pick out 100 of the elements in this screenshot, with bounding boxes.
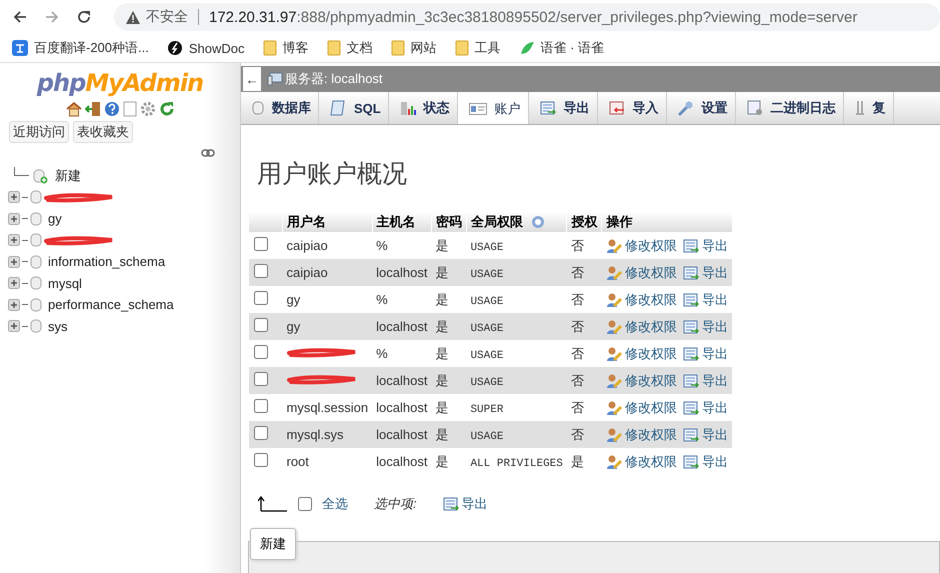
table-cell: USAGE [470,350,504,362]
user-pencil-icon [606,400,622,416]
bookmark[interactable]: 语雀 · 语雀 [518,39,604,57]
tree-item[interactable]: sys [48,318,68,334]
tree-item[interactable]: information_schema [48,254,166,270]
select-all-checkbox[interactable] [298,497,312,511]
bookmark[interactable]: 工具 [454,39,500,57]
tree-item[interactable]: performance_schema [48,297,174,312]
export-link[interactable]: 导出 [682,398,728,416]
row-checkbox[interactable] [254,237,268,251]
tab[interactable]: 导出 [528,92,598,124]
edit-privileges-link[interactable]: 修改权限 [606,236,677,254]
tab[interactable]: 导入 [598,92,667,124]
link-icon[interactable] [201,149,215,157]
table-cell: mysql.sys [286,427,344,442]
tab[interactable]: 数据库 [241,92,319,124]
export-link[interactable]: 导出 [682,236,728,254]
export-link[interactable]: 导出 [682,452,728,470]
expand-icon[interactable] [8,298,20,311]
edit-privileges-link[interactable]: 修改权限 [606,398,677,416]
table-cell: 是 [435,372,448,388]
bookmark[interactable]: ShowDoc [166,40,244,56]
forward-icon[interactable] [44,9,60,25]
table-cell: 否 [570,318,584,334]
expand-icon[interactable] [8,191,20,204]
select-all-label[interactable]: 全选 [322,495,348,513]
arrow-up-icon [258,496,288,512]
expand-icon[interactable] [8,256,20,268]
export-link[interactable]: 导出 [682,264,728,282]
table-cell: 否 [570,292,584,306]
expand-icon[interactable] [8,320,20,332]
table-cell: USAGE [470,322,504,334]
edit-privileges-link[interactable]: 修改权限 [606,426,677,444]
edit-privileges-link[interactable]: 修改权限 [606,344,677,362]
door-icon[interactable] [84,101,100,117]
user-pencil-icon [606,454,622,470]
logo[interactable]: phpMyAdmin [0,69,240,97]
row-checkbox[interactable] [254,372,268,386]
breadcrumb[interactable]: 服务器: localhost [285,70,383,88]
export-link[interactable]: 导出 [682,426,728,444]
export-link[interactable]: 导出 [682,290,728,308]
tab[interactable]: SQL [319,92,389,124]
settings-icon[interactable] [140,101,156,117]
tree-item[interactable]: gy [48,211,62,226]
table-cell: localhost [376,427,428,442]
edit-privileges-link[interactable]: 修改权限 [606,318,677,336]
back-button[interactable]: ← [243,67,261,91]
expand-icon[interactable] [8,277,20,290]
reload-icon[interactable] [76,9,92,25]
new-button[interactable]: 新建 [250,528,296,560]
sidebar-button[interactable]: 近期访问 [9,121,69,143]
export-link[interactable]: 导出 [682,372,728,390]
new-database-icon[interactable] [31,168,49,184]
table-cell: 否 [570,264,584,280]
tab[interactable]: 账户 [458,92,529,124]
column-header[interactable]: 授权 [566,212,602,232]
address-bar[interactable]: 不安全 172.20.31.97:888/phpmyadmin_3c3ec38180895502/server_privileges.php?viewing_mode=server [114,3,940,31]
tree-item[interactable]: mysql [48,276,82,291]
bookmark[interactable]: 网站 [390,39,436,57]
row-checkbox[interactable] [254,453,268,467]
row-checkbox[interactable] [254,345,268,359]
expand-icon[interactable] [8,234,20,246]
folder-icon [390,40,404,56]
table-cell: 否 [570,238,584,252]
tab[interactable]: 设置 [666,92,736,124]
back-icon[interactable] [12,9,28,25]
table-cell: SUPER [470,404,504,416]
row-checkbox[interactable] [254,399,268,413]
edit-privileges-link[interactable]: 修改权限 [606,290,677,308]
export-link[interactable]: 导出 [442,495,488,513]
export-link[interactable]: 导出 [682,318,728,336]
tab[interactable]: 状态 [388,92,458,124]
document-icon[interactable] [122,101,136,117]
edit-privileges-link[interactable]: 修改权限 [606,264,677,282]
home-icon[interactable] [66,101,82,117]
row-checkbox[interactable] [254,264,268,278]
bookmark[interactable]: 文档 [326,39,372,57]
tab[interactable]: 复 [844,92,894,124]
tab[interactable]: 二进制日志 [736,92,844,124]
row-checkbox[interactable] [254,426,268,440]
bookmark[interactable]: 博客 [262,39,308,57]
row-checkbox[interactable] [254,291,268,305]
export-icon [682,238,699,252]
tree-item[interactable]: 新建 [55,166,81,185]
column-header[interactable]: 密码 [431,212,466,232]
row-checkbox[interactable] [254,318,268,332]
import-icon [608,101,625,115]
database-icon [30,318,42,334]
column-header[interactable]: 主机名 [372,212,432,232]
table-cell: 是 [435,346,448,360]
export-icon [682,428,699,442]
edit-privileges-link[interactable]: 修改权限 [606,372,677,390]
column-header[interactable]: 用户名 [282,212,372,232]
sidebar-button[interactable]: 表收藏夹 [73,121,133,143]
bookmark[interactable]: 百度翻译-200种语... [12,39,149,57]
expand-icon[interactable] [8,212,20,225]
column-header[interactable]: 操作 [602,212,732,232]
column-header[interactable]: 全局权限 [466,212,567,232]
edit-privileges-link[interactable]: 修改权限 [606,452,677,470]
export-link[interactable]: 导出 [682,344,728,362]
